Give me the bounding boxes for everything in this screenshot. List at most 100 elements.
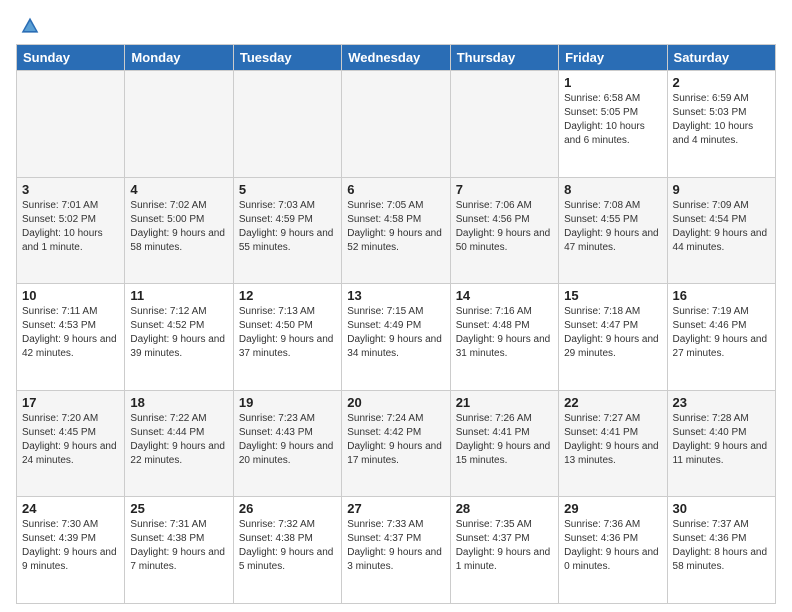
day-info: Sunrise: 7:15 AM Sunset: 4:49 PM Dayligh… [347,305,444,361]
day-number: 14 [456,288,553,303]
page: SundayMondayTuesdayWednesdayThursdayFrid… [0,0,792,612]
day-info: Sunrise: 7:03 AM Sunset: 4:59 PM Dayligh… [239,199,336,255]
day-info: Sunrise: 7:23 AM Sunset: 4:43 PM Dayligh… [239,412,336,468]
calendar-cell: 24 Sunrise: 7:30 AM Sunset: 4:39 PM Dayli… [17,497,125,604]
day-info: Sunrise: 7:19 AM Sunset: 4:46 PM Dayligh… [673,305,770,361]
day-number: 2 [673,75,770,90]
day-number: 13 [347,288,444,303]
day-number: 9 [673,182,770,197]
calendar-cell: 28 Sunrise: 7:35 AM Sunset: 4:37 PM Dayli… [450,497,558,604]
logo [16,16,40,36]
day-info: Sunrise: 7:18 AM Sunset: 4:47 PM Dayligh… [564,305,661,361]
calendar-cell: 5 Sunrise: 7:03 AM Sunset: 4:59 PM Daylig… [233,177,341,284]
calendar-cell: 12 Sunrise: 7:13 AM Sunset: 4:50 PM Dayli… [233,284,341,391]
calendar-cell [233,71,341,178]
day-info: Sunrise: 7:27 AM Sunset: 4:41 PM Dayligh… [564,412,661,468]
header [16,16,776,36]
day-number: 3 [22,182,119,197]
calendar-cell: 19 Sunrise: 7:23 AM Sunset: 4:43 PM Dayli… [233,390,341,497]
calendar-cell: 25 Sunrise: 7:31 AM Sunset: 4:38 PM Dayli… [125,497,233,604]
calendar-cell: 7 Sunrise: 7:06 AM Sunset: 4:56 PM Daylig… [450,177,558,284]
calendar-cell: 14 Sunrise: 7:16 AM Sunset: 4:48 PM Dayli… [450,284,558,391]
calendar-cell: 20 Sunrise: 7:24 AM Sunset: 4:42 PM Dayli… [342,390,450,497]
day-info: Sunrise: 7:16 AM Sunset: 4:48 PM Dayligh… [456,305,553,361]
calendar-cell: 18 Sunrise: 7:22 AM Sunset: 4:44 PM Dayli… [125,390,233,497]
day-info: Sunrise: 7:36 AM Sunset: 4:36 PM Dayligh… [564,518,661,574]
day-info: Sunrise: 7:30 AM Sunset: 4:39 PM Dayligh… [22,518,119,574]
logo-icon [20,16,40,36]
day-info: Sunrise: 7:22 AM Sunset: 4:44 PM Dayligh… [130,412,227,468]
weekday-header-wednesday: Wednesday [342,45,450,71]
calendar-cell: 4Sunrise: 7:02 AM Sunset: 5:00 PM Daylig… [125,177,233,284]
day-number: 24 [22,501,119,516]
calendar-cell [342,71,450,178]
day-number: 27 [347,501,444,516]
calendar-cell: 8 Sunrise: 7:08 AM Sunset: 4:55 PM Daylig… [559,177,667,284]
day-info: Sunrise: 7:35 AM Sunset: 4:37 PM Dayligh… [456,518,553,574]
day-number: 6 [347,182,444,197]
day-info: Sunrise: 7:06 AM Sunset: 4:56 PM Dayligh… [456,199,553,255]
weekday-header-saturday: Saturday [667,45,775,71]
day-number: 10 [22,288,119,303]
day-info: Sunrise: 6:58 AM Sunset: 5:05 PM Dayligh… [564,92,661,148]
day-info: Sunrise: 7:33 AM Sunset: 4:37 PM Dayligh… [347,518,444,574]
day-info: Sunrise: 7:08 AM Sunset: 4:55 PM Dayligh… [564,199,661,255]
calendar-cell: 11Sunrise: 7:12 AM Sunset: 4:52 PM Dayli… [125,284,233,391]
calendar-cell: 16 Sunrise: 7:19 AM Sunset: 4:46 PM Dayli… [667,284,775,391]
day-info: Sunrise: 7:37 AM Sunset: 4:36 PM Dayligh… [673,518,770,574]
day-info: Sunrise: 7:26 AM Sunset: 4:41 PM Dayligh… [456,412,553,468]
calendar-cell: 27 Sunrise: 7:33 AM Sunset: 4:37 PM Dayli… [342,497,450,604]
calendar-cell: 3 Sunrise: 7:01 AM Sunset: 5:02 PM Daylig… [17,177,125,284]
day-number: 12 [239,288,336,303]
calendar-cell [17,71,125,178]
day-number: 22 [564,395,661,410]
day-number: 16 [673,288,770,303]
day-number: 18 [130,395,227,410]
day-number: 15 [564,288,661,303]
day-info: Sunrise: 7:28 AM Sunset: 4:40 PM Dayligh… [673,412,770,468]
day-info: Sunrise: 6:59 AM Sunset: 5:03 PM Dayligh… [673,92,770,148]
calendar-cell: 2 Sunrise: 6:59 AM Sunset: 5:03 PM Daylig… [667,71,775,178]
calendar-cell: 22 Sunrise: 7:27 AM Sunset: 4:41 PM Dayli… [559,390,667,497]
day-info: Sunrise: 7:24 AM Sunset: 4:42 PM Dayligh… [347,412,444,468]
calendar-cell: 1 Sunrise: 6:58 AM Sunset: 5:05 PM Daylig… [559,71,667,178]
day-number: 4 [130,182,227,197]
day-info: Sunrise: 7:01 AM Sunset: 5:02 PM Dayligh… [22,199,119,255]
calendar-cell [450,71,558,178]
day-number: 26 [239,501,336,516]
day-number: 17 [22,395,119,410]
day-info: Sunrise: 7:13 AM Sunset: 4:50 PM Dayligh… [239,305,336,361]
day-number: 1 [564,75,661,90]
day-info: Sunrise: 7:09 AM Sunset: 4:54 PM Dayligh… [673,199,770,255]
calendar: SundayMondayTuesdayWednesdayThursdayFrid… [16,44,776,604]
weekday-header-thursday: Thursday [450,45,558,71]
day-info: Sunrise: 7:31 AM Sunset: 4:38 PM Dayligh… [130,518,227,574]
day-info: Sunrise: 7:32 AM Sunset: 4:38 PM Dayligh… [239,518,336,574]
day-number: 20 [347,395,444,410]
weekday-header-monday: Monday [125,45,233,71]
day-number: 30 [673,501,770,516]
day-info: Sunrise: 7:20 AM Sunset: 4:45 PM Dayligh… [22,412,119,468]
calendar-cell: 21Sunrise: 7:26 AM Sunset: 4:41 PM Dayli… [450,390,558,497]
day-info: Sunrise: 7:05 AM Sunset: 4:58 PM Dayligh… [347,199,444,255]
day-number: 8 [564,182,661,197]
day-info: Sunrise: 7:11 AM Sunset: 4:53 PM Dayligh… [22,305,119,361]
day-number: 11 [130,288,227,303]
day-number: 23 [673,395,770,410]
weekday-header-tuesday: Tuesday [233,45,341,71]
calendar-cell: 26 Sunrise: 7:32 AM Sunset: 4:38 PM Dayli… [233,497,341,604]
calendar-cell: 9 Sunrise: 7:09 AM Sunset: 4:54 PM Daylig… [667,177,775,284]
calendar-cell: 23 Sunrise: 7:28 AM Sunset: 4:40 PM Dayli… [667,390,775,497]
calendar-cell: 13 Sunrise: 7:15 AM Sunset: 4:49 PM Dayli… [342,284,450,391]
day-number: 7 [456,182,553,197]
calendar-cell: 10 Sunrise: 7:11 AM Sunset: 4:53 PM Dayli… [17,284,125,391]
calendar-cell: 17 Sunrise: 7:20 AM Sunset: 4:45 PM Dayli… [17,390,125,497]
calendar-cell: 30 Sunrise: 7:37 AM Sunset: 4:36 PM Dayli… [667,497,775,604]
day-number: 19 [239,395,336,410]
weekday-header-sunday: Sunday [17,45,125,71]
day-number: 25 [130,501,227,516]
calendar-cell [125,71,233,178]
day-number: 28 [456,501,553,516]
day-number: 5 [239,182,336,197]
weekday-header-friday: Friday [559,45,667,71]
